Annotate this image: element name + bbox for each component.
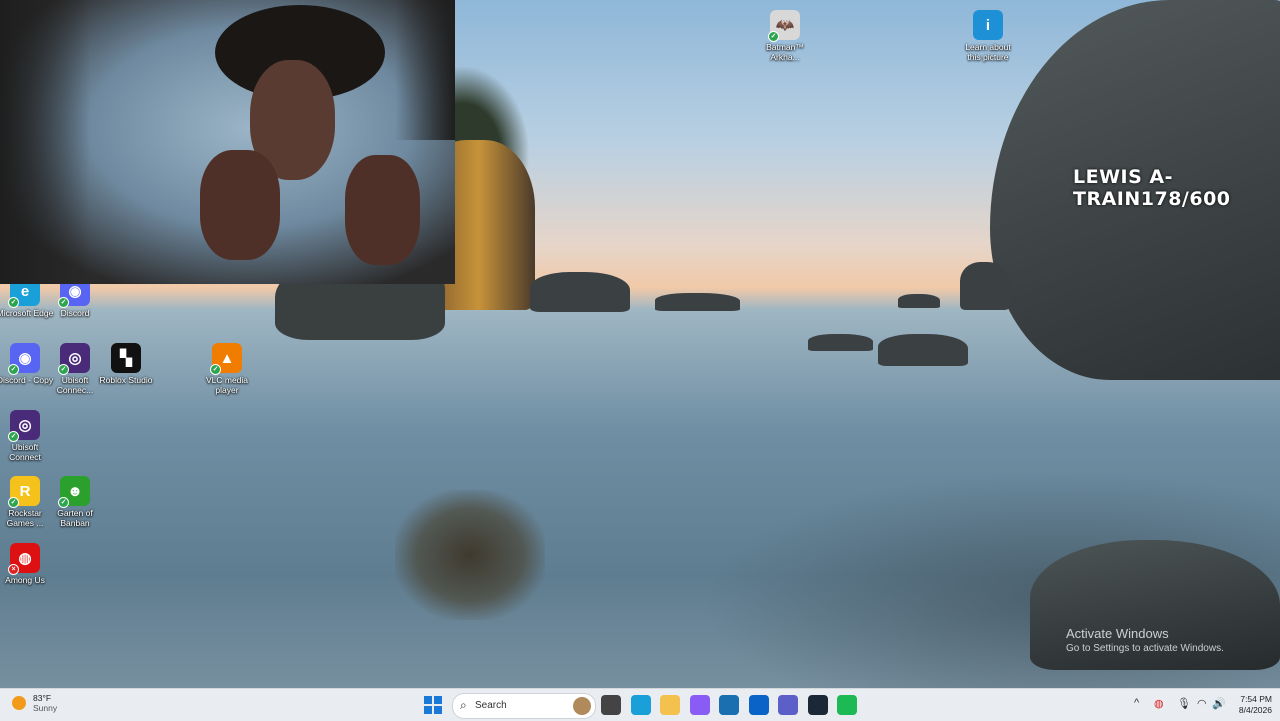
discord-copy-icon: ◉ ✓ — [8, 343, 40, 375]
wallpaper-rock — [655, 293, 740, 311]
batman-icon: 🦇 ✓ — [768, 10, 800, 42]
desktop-icon-label: Learn about this picture — [965, 42, 1011, 62]
sync-ok-badge-icon: ✓ — [210, 364, 221, 375]
search-icon: ⌕ — [460, 698, 467, 712]
activate-windows-watermark: Activate Windows Go to Settings to activ… — [1066, 626, 1224, 654]
taskbar-outlook-icon[interactable] — [748, 695, 769, 715]
taskbar-file-explorer-icon[interactable] — [660, 695, 680, 715]
taskbar-edge-icon[interactable] — [630, 695, 651, 715]
activate-title: Activate Windows — [1066, 626, 1169, 641]
clock[interactable]: 7:54 PM 8/4/2026 — [1228, 694, 1272, 716]
sync-ok-badge-icon: ✓ — [768, 31, 779, 42]
clock-time: 7:54 PM — [1240, 694, 1272, 704]
wallpaper-rock — [898, 294, 940, 308]
wifi-icon[interactable]: ◠ — [1197, 697, 1207, 710]
wallpaper-rock — [960, 262, 1010, 310]
tray-overflow-chevron-icon[interactable]: ^ — [1134, 697, 1139, 709]
weather-widget[interactable]: 83°F Sunny — [12, 693, 57, 713]
clock-date: 8/4/2026 — [1238, 705, 1272, 715]
search-placeholder: Search — [475, 700, 507, 711]
desktop-icon-label: Among Us — [5, 575, 45, 585]
webcam-shadow — [395, 0, 455, 140]
wallpaper-rock — [808, 334, 873, 351]
learn-picture-icon: i — [973, 10, 1003, 40]
taskbar-teams-icon[interactable] — [778, 695, 798, 715]
sync-ok-badge-icon: ✓ — [58, 497, 69, 508]
windows-logo-icon — [434, 696, 442, 704]
desktop-icon-among-us[interactable]: ◍ × Among Us — [0, 543, 55, 585]
sun-icon — [12, 696, 26, 710]
desktop-icon-label: Ubisoft Connect — [9, 442, 41, 462]
sync-ok-badge-icon: ✓ — [58, 364, 69, 375]
sync-ok-badge-icon: ✓ — [8, 497, 19, 508]
desktop-icon-label: VLC media player — [205, 375, 249, 395]
microphone-icon[interactable]: 🎙 — [1177, 697, 1191, 710]
desktop-icon-label: Garten of Banban — [57, 508, 93, 528]
weather-temp: 83°F — [33, 693, 52, 703]
taskbar: 83°F Sunny ⌕ Search ^ ◍ 🎙 ◠ 🔊 7:54 PM 8/… — [0, 688, 1280, 721]
taskbar-search[interactable]: ⌕ Search — [452, 693, 596, 719]
sync-ok-badge-icon: ✓ — [8, 297, 19, 308]
ubisoft-connect-2-icon: ◎ ✓ — [8, 410, 40, 442]
webcam-overlay — [0, 0, 455, 284]
desktop-icon-learn-picture[interactable]: i Learn about this picture — [958, 10, 1018, 62]
rockstar-icon: R ✓ — [8, 476, 40, 508]
roblox-studio-icon: ▚ — [111, 343, 141, 373]
windows-logo-icon — [434, 706, 442, 714]
desktop-icon-label: Batman™ Arkha... — [766, 42, 804, 62]
activate-subtitle: Go to Settings to activate Windows. — [1066, 643, 1224, 654]
desktop-wallpaper: ▣✓[TW] Streamla...◕✓Stream...×stream lab… — [0, 0, 1280, 688]
vlc-icon: ▲ ✓ — [210, 343, 242, 375]
taskbar-active-app-icon[interactable] — [837, 695, 857, 715]
webcam-person-hand — [200, 150, 280, 260]
wallpaper-rock — [530, 272, 630, 312]
desktop-icon-label: Discord — [60, 308, 90, 318]
shield-alert-icon[interactable]: ◍ — [1154, 697, 1164, 710]
desktop-icon-vlc[interactable]: ▲ ✓ VLC media player — [197, 343, 257, 395]
windows-logo-icon — [424, 706, 432, 714]
search-highlight-icon — [573, 697, 591, 715]
taskbar-copilot-icon[interactable] — [689, 695, 710, 715]
webcam-person-hand — [345, 155, 420, 265]
volume-icon[interactable]: 🔊 — [1212, 697, 1226, 710]
sync-ok-badge-icon: ✓ — [8, 364, 19, 375]
sync-ok-badge-icon: ✓ — [58, 297, 69, 308]
sync-ok-badge-icon: ✓ — [8, 431, 19, 442]
taskbar-steam-icon[interactable] — [807, 695, 828, 715]
taskbar-store-icon[interactable] — [719, 695, 739, 715]
start-button[interactable] — [424, 696, 442, 714]
webcam-shadow — [0, 0, 90, 284]
desktop-icon-batman[interactable]: 🦇 ✓ Batman™ Arkha... — [755, 10, 815, 62]
taskbar-task-view-icon[interactable] — [601, 695, 621, 715]
sync-error-badge-icon: × — [8, 564, 19, 575]
ubisoft-connect-1-icon: ◎ ✓ — [58, 343, 90, 375]
garten-of-banban-icon: ☻ ✓ — [58, 476, 90, 508]
wallpaper-rock — [878, 334, 968, 366]
windows-logo-icon — [424, 696, 432, 704]
desktop-icon-ubisoft-connect-2[interactable]: ◎ ✓ Ubisoft Connect — [0, 410, 55, 462]
weather-condition: Sunny — [33, 703, 58, 713]
desktop-icon-roblox-studio[interactable]: ▚ Roblox Studio — [96, 343, 156, 385]
wallpaper-reflection — [395, 490, 545, 620]
stream-overlay-text: LEWIS A-TRAIN178/600 — [1073, 166, 1231, 210]
desktop-icon-label: Roblox Studio — [99, 375, 153, 385]
among-us-icon: ◍ × — [8, 543, 40, 575]
desktop-icon-garten-of-banban[interactable]: ☻ ✓ Garten of Banban — [45, 476, 105, 528]
